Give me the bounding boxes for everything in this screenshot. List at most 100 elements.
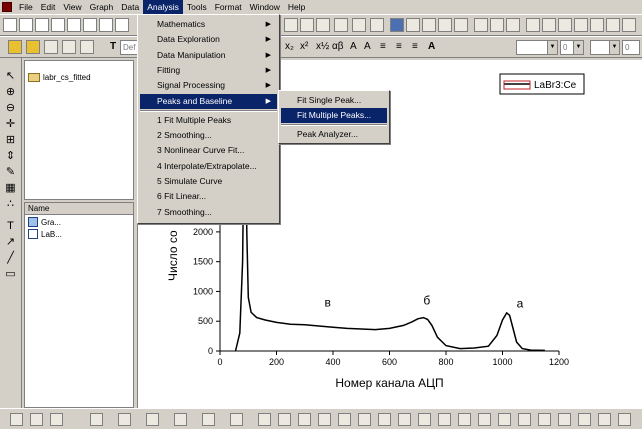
object-tool-6-icon[interactable]: [358, 413, 371, 426]
print-icon[interactable]: [334, 18, 348, 32]
duplicate-icon[interactable]: [370, 18, 384, 32]
line-plot-icon[interactable]: [10, 413, 23, 426]
data-reader-icon[interactable]: [62, 40, 76, 54]
export-icon[interactable]: [300, 18, 314, 32]
superscript-icon[interactable]: x²: [300, 41, 308, 53]
draw-data-icon[interactable]: ✎: [4, 166, 17, 179]
new-graph-icon[interactable]: [35, 18, 49, 32]
pointer-icon[interactable]: ↖: [4, 70, 17, 83]
line-symbol-plot-icon[interactable]: [50, 413, 63, 426]
object-tool-9-icon[interactable]: [418, 413, 431, 426]
pie-plot-icon[interactable]: [202, 413, 215, 426]
object-tool-10-icon[interactable]: [438, 413, 451, 426]
zoom-icon[interactable]: ⊕: [4, 86, 17, 99]
decrease-font-icon[interactable]: A: [364, 41, 371, 53]
analysis-menu-item[interactable]: Mathematics ▶: [140, 17, 277, 32]
new-function-icon[interactable]: [99, 18, 113, 32]
font-icon[interactable]: T: [110, 41, 116, 53]
chart-type-icon[interactable]: [118, 413, 131, 426]
analysis-menu-item[interactable]: 1 Fit Multiple Peaks: [140, 113, 277, 128]
align-left-icon[interactable]: ≡: [380, 41, 386, 53]
analysis-menu-item[interactable]: Signal Processing ▶: [140, 78, 277, 93]
script-window-icon[interactable]: [438, 18, 452, 32]
menu-help[interactable]: Help: [284, 0, 309, 14]
add-folder-icon[interactable]: [26, 40, 40, 54]
project-folder[interactable]: labr_cs_fitted: [28, 73, 91, 82]
object-tool-18-icon[interactable]: [598, 413, 611, 426]
line-tool-icon[interactable]: ╱: [4, 252, 17, 265]
menu-view[interactable]: View: [59, 0, 85, 14]
mask-icon[interactable]: ▦: [4, 182, 17, 195]
scale-in-icon[interactable]: ∴: [4, 198, 17, 211]
analysis-menu-item[interactable]: Data Exploration ▶: [140, 32, 277, 47]
line-width-combo[interactable]: 0 ▼: [560, 40, 584, 55]
line-style-combo[interactable]: ▼: [516, 40, 558, 55]
rectangle-tool-icon[interactable]: ▭: [4, 268, 17, 281]
analysis-menu-item[interactable]: Fitting ▶: [140, 63, 277, 78]
font-combo[interactable]: Def: [120, 40, 138, 55]
save-icon[interactable]: [316, 18, 330, 32]
name-column-header[interactable]: Name: [25, 203, 133, 215]
object-tool-2-icon[interactable]: [278, 413, 291, 426]
pattern-combo[interactable]: ▼: [590, 40, 620, 55]
scatter-plot-icon[interactable]: [30, 413, 43, 426]
menu-fit-single-peak[interactable]: Fit Single Peak...: [281, 93, 387, 108]
object-tool-17-icon[interactable]: [578, 413, 591, 426]
menu-edit[interactable]: Edit: [37, 0, 60, 14]
template-icon[interactable]: [230, 413, 243, 426]
analysis-menu-item[interactable]: 4 Interpolate/Extrapolate...: [140, 159, 277, 174]
command-window-icon[interactable]: [454, 18, 468, 32]
add-line-icon[interactable]: [506, 18, 520, 32]
error-bar-plot-icon[interactable]: [146, 413, 159, 426]
data-selector-tool-icon[interactable]: ⇕: [4, 150, 17, 163]
object-tool-15-icon[interactable]: [538, 413, 551, 426]
screen-reader-icon[interactable]: [80, 40, 94, 54]
object-tool-19-icon[interactable]: [618, 413, 631, 426]
new-matrix-icon[interactable]: [51, 18, 65, 32]
object-tool-12-icon[interactable]: [478, 413, 491, 426]
screen-reader-tool-icon[interactable]: ✛: [4, 118, 17, 131]
open-folder-icon[interactable]: [8, 40, 22, 54]
greek-icon[interactable]: αβ: [332, 41, 344, 53]
zoom-out-tool-icon[interactable]: ⊖: [4, 102, 17, 115]
menu-format[interactable]: Format: [211, 0, 246, 14]
code-builder-icon[interactable]: [422, 18, 436, 32]
area-plot-icon[interactable]: [174, 413, 187, 426]
options-icon[interactable]: [622, 18, 636, 32]
object-tool-1-icon[interactable]: [258, 413, 271, 426]
new-worksheet-icon[interactable]: [19, 18, 33, 32]
menu-file[interactable]: File: [15, 0, 37, 14]
file-item-graph[interactable]: Gra...: [28, 217, 61, 227]
object-tool-13-icon[interactable]: [498, 413, 511, 426]
object-tool-11-icon[interactable]: [458, 413, 471, 426]
full-screen-icon[interactable]: [606, 18, 620, 32]
menu-peak-analyzer[interactable]: Peak Analyzer...: [281, 127, 387, 142]
align-right-icon[interactable]: ≡: [412, 41, 418, 53]
open-icon[interactable]: [115, 18, 129, 32]
analysis-menu-item[interactable]: 2 Smoothing...: [140, 128, 277, 143]
menu-fit-multiple-peaks[interactable]: Fit Multiple Peaks...: [281, 108, 387, 123]
menu-window[interactable]: Window: [246, 0, 284, 14]
new-layout-icon[interactable]: [83, 18, 97, 32]
app-icon[interactable]: [2, 2, 12, 12]
menu-graph[interactable]: Graph: [86, 0, 118, 14]
object-tool-5-icon[interactable]: [338, 413, 351, 426]
object-tool-7-icon[interactable]: [378, 413, 391, 426]
layer-icon[interactable]: [526, 18, 540, 32]
object-tool-3-icon[interactable]: [298, 413, 311, 426]
menu-data[interactable]: Data: [117, 0, 143, 14]
menu-analysis[interactable]: Analysis: [143, 0, 183, 14]
align-center-icon[interactable]: ≡: [396, 41, 402, 53]
window-icon[interactable]: [390, 18, 404, 32]
object-tool-16-icon[interactable]: [558, 413, 571, 426]
fill-color-icon[interactable]: [452, 40, 466, 54]
analysis-menu-item[interactable]: 7 Smoothing...: [140, 205, 277, 220]
increase-font-icon[interactable]: A: [350, 41, 357, 53]
analysis-menu-item[interactable]: 3 Nonlinear Curve Fit...: [140, 143, 277, 158]
analysis-menu-item[interactable]: 6 Fit Linear...: [140, 189, 277, 204]
fit-window-icon[interactable]: [590, 18, 604, 32]
rescale-icon[interactable]: [542, 18, 556, 32]
subscript-icon[interactable]: x₂: [285, 41, 294, 53]
refresh-icon[interactable]: [352, 18, 366, 32]
data-selector-icon[interactable]: [44, 40, 58, 54]
